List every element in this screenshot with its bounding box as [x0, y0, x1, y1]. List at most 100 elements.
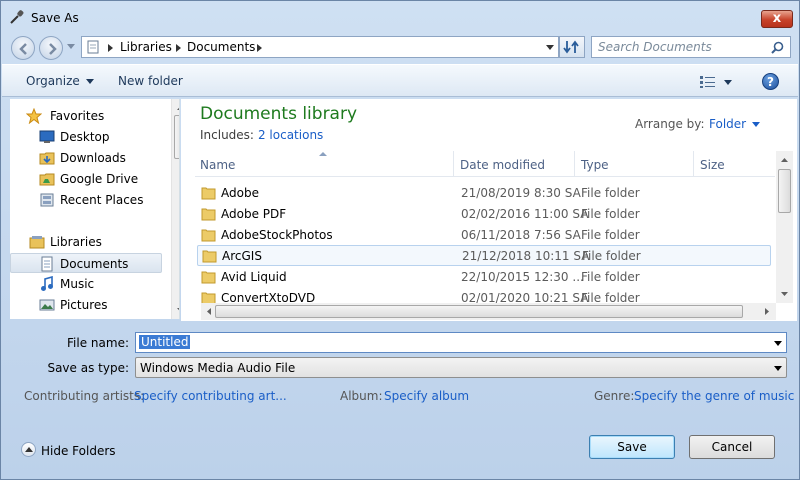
- album-label: Album:: [340, 389, 383, 403]
- new-folder-button[interactable]: New folder: [118, 74, 183, 88]
- table-row[interactable]: ArcGIS 21/12/2018 10:11 SA File folder: [197, 245, 771, 266]
- nav-scroll-thumb[interactable]: [174, 115, 179, 159]
- column-headers: Name Date modified Type Size: [195, 151, 775, 177]
- file-name: AdobeStockPhotos: [221, 228, 333, 242]
- scroll-right-icon[interactable]: [760, 303, 774, 320]
- breadcrumb-separator-icon[interactable]: [257, 44, 262, 52]
- table-row[interactable]: Avid Liquid 22/10/2015 12:30 ... File fo…: [197, 267, 771, 288]
- search-input[interactable]: Search Documents: [591, 36, 791, 58]
- file-name-dropdown-icon[interactable]: [774, 341, 782, 346]
- back-button[interactable]: [11, 36, 35, 60]
- contributing-artists-label: Contributing artists:: [24, 389, 145, 403]
- pictures-icon: [39, 299, 55, 311]
- breadcrumb-documents[interactable]: Documents: [187, 40, 255, 54]
- locations-link[interactable]: 2 locations: [258, 128, 323, 142]
- column-divider[interactable]: [453, 151, 454, 177]
- recent-locations-dropdown-icon[interactable]: [67, 44, 75, 50]
- star-icon: [26, 108, 42, 124]
- table-row[interactable]: Adobe PDF 02/02/2016 11:00 SA File folde…: [197, 204, 771, 225]
- nav-item-google-drive[interactable]: Google Drive: [10, 169, 162, 189]
- scroll-up-icon[interactable]: [776, 153, 793, 167]
- search-icon[interactable]: [771, 41, 784, 54]
- file-date: 21/08/2019 8:30 SA: [461, 186, 581, 200]
- file-name-value[interactable]: Untitled: [139, 335, 191, 349]
- breadcrumb-separator-icon[interactable]: [176, 44, 181, 52]
- column-header-type[interactable]: Type: [581, 158, 609, 172]
- chevron-down-icon: [85, 79, 94, 84]
- nav-item-music[interactable]: Music: [10, 274, 162, 294]
- table-row[interactable]: Adobe 21/08/2019 8:30 SA File folder: [197, 183, 771, 204]
- google-drive-folder-icon: [39, 173, 55, 186]
- arrange-by-label: Arrange by:: [635, 117, 705, 131]
- breadcrumb-libraries[interactable]: Libraries: [120, 40, 172, 54]
- file-name: Avid Liquid: [221, 270, 287, 284]
- libraries-icon: [29, 236, 45, 249]
- command-bar: Organize New folder ?: [2, 64, 798, 97]
- forward-arrow-icon: [49, 43, 57, 55]
- folder-icon: [201, 208, 216, 221]
- organize-menu[interactable]: Organize: [26, 74, 94, 88]
- file-list-vertical-scrollbar[interactable]: [776, 151, 793, 303]
- scroll-up-icon[interactable]: [172, 101, 180, 115]
- genre-field[interactable]: Specify the genre of music: [634, 389, 794, 403]
- table-row[interactable]: AdobeStockPhotos 06/11/2018 7:56 SA File…: [197, 225, 771, 246]
- save-as-type-label: Save as type:: [47, 361, 129, 375]
- file-type: File folder: [581, 186, 640, 200]
- close-button[interactable]: x: [761, 10, 793, 28]
- scroll-left-icon[interactable]: [202, 303, 216, 320]
- horizontal-scroll-thumb[interactable]: [215, 305, 743, 318]
- address-dropdown-icon[interactable]: [546, 45, 554, 50]
- forward-button[interactable]: [39, 36, 63, 60]
- scroll-down-icon[interactable]: [172, 303, 180, 317]
- downloads-folder-icon: [39, 152, 55, 165]
- organize-label: Organize: [26, 74, 80, 88]
- file-name-field[interactable]: Untitled: [135, 332, 787, 353]
- cancel-button[interactable]: Cancel: [689, 435, 775, 459]
- column-divider[interactable]: [574, 151, 575, 177]
- nav-scrollbar[interactable]: [171, 99, 180, 319]
- save-as-type-dropdown-icon[interactable]: [774, 366, 782, 371]
- nav-item-pictures[interactable]: Pictures: [10, 295, 162, 315]
- file-date: 22/10/2015 12:30 ...: [461, 270, 584, 284]
- nav-item-favorites[interactable]: Favorites: [10, 106, 162, 126]
- recent-places-icon: [40, 193, 54, 207]
- file-list-horizontal-scrollbar[interactable]: [201, 303, 776, 320]
- file-date: 02/02/2016 11:00 SA: [461, 207, 589, 221]
- desktop-icon: [39, 130, 55, 143]
- nav-item-desktop[interactable]: Desktop: [10, 127, 162, 147]
- contributing-artists-field[interactable]: Specify contributing art...: [134, 389, 287, 403]
- save-button[interactable]: Save: [589, 435, 675, 459]
- file-name: Adobe: [221, 186, 259, 200]
- view-dropdown-icon[interactable]: [724, 80, 732, 85]
- documents-icon: [41, 256, 53, 272]
- nav-item-documents[interactable]: Documents: [10, 253, 162, 273]
- refresh-button[interactable]: [559, 36, 585, 58]
- nav-label: Pictures: [60, 298, 108, 312]
- column-header-name[interactable]: Name: [200, 158, 235, 172]
- title-bar[interactable]: Save As x: [1, 1, 799, 33]
- chevron-up-icon[interactable]: [21, 442, 36, 457]
- nav-item-libraries[interactable]: Libraries: [10, 232, 162, 252]
- nav-item-downloads[interactable]: Downloads: [10, 148, 162, 168]
- album-field[interactable]: Specify album: [384, 389, 469, 403]
- nav-label: Libraries: [50, 235, 102, 249]
- arrange-by-dropdown[interactable]: Folder: [709, 117, 761, 131]
- help-icon[interactable]: ?: [762, 73, 779, 90]
- view-options-icon[interactable]: [700, 76, 716, 88]
- arrange-value: Folder: [709, 117, 747, 131]
- sort-ascending-icon: [319, 152, 327, 156]
- chevron-down-icon: [752, 122, 761, 127]
- refresh-icon: [563, 40, 579, 54]
- breadcrumb-separator-icon[interactable]: [108, 44, 113, 52]
- hide-folders-button[interactable]: Hide Folders: [41, 444, 116, 458]
- column-header-date-modified[interactable]: Date modified: [460, 158, 545, 172]
- column-header-size[interactable]: Size: [700, 158, 725, 172]
- address-bar[interactable]: Libraries Documents: [81, 36, 559, 58]
- vertical-scroll-thumb[interactable]: [778, 169, 791, 213]
- save-as-type-select[interactable]: Windows Media Audio File: [135, 357, 787, 378]
- scroll-down-icon[interactable]: [776, 287, 793, 301]
- nav-item-recent-places[interactable]: Recent Places: [10, 190, 162, 210]
- includes-label: Includes:: [200, 128, 254, 142]
- nav-label: Google Drive: [60, 172, 139, 186]
- column-divider[interactable]: [693, 151, 694, 177]
